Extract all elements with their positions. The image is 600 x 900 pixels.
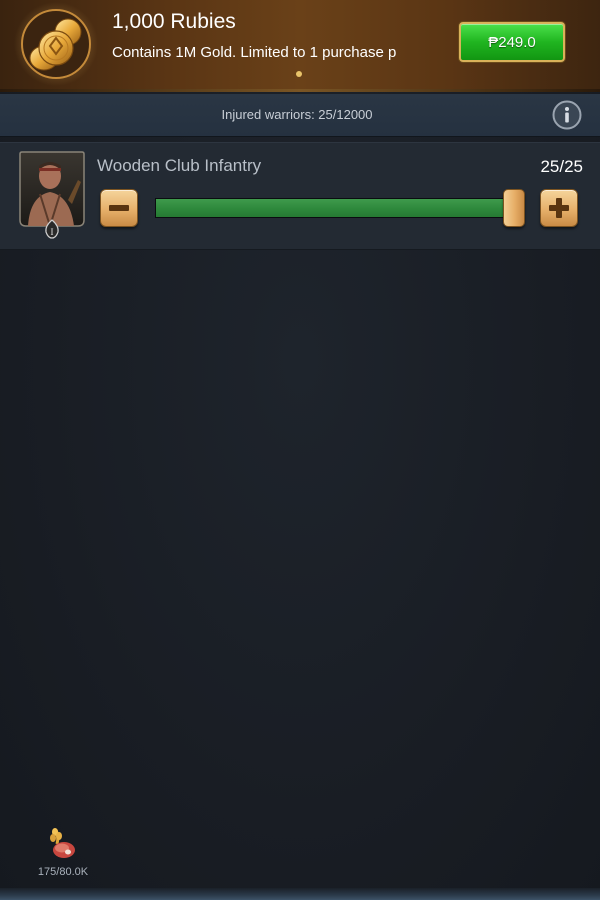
injured-summary-bar: Injured warriors: 25/12000 <box>0 94 600 137</box>
troop-portrait: I <box>18 150 86 239</box>
decrease-button[interactable] <box>100 189 138 227</box>
food-icon <box>46 826 78 860</box>
food-amount-label: 175/80.0K <box>37 866 89 878</box>
buy-button[interactable]: ₱249.0 <box>459 22 565 62</box>
page-indicator-dot <box>296 71 302 77</box>
injured-warriors-label: Injured warriors: 25/12000 <box>221 107 373 122</box>
bottom-panel-edge <box>0 888 600 900</box>
heal-screen: 1,000 Rubies Contains 1M Gold. Limited t… <box>0 0 600 900</box>
troop-tier-label: I <box>51 227 54 237</box>
quantity-slider-thumb[interactable] <box>503 189 525 227</box>
gold-coins-icon <box>14 2 98 86</box>
quantity-slider-fill <box>156 199 515 217</box>
plus-icon <box>549 198 569 218</box>
troop-name: Wooden Club Infantry <box>97 156 262 175</box>
troop-count: 25/25 <box>540 157 583 176</box>
quantity-slider-track[interactable] <box>155 198 525 218</box>
minus-icon <box>109 205 129 211</box>
promo-subtitle: Contains 1M Gold. Limited to 1 purchase … <box>112 44 397 61</box>
info-icon[interactable] <box>552 100 582 130</box>
promo-banner[interactable]: 1,000 Rubies Contains 1M Gold. Limited t… <box>0 0 600 92</box>
promo-title: 1,000 Rubies <box>112 10 236 33</box>
increase-button[interactable] <box>540 189 578 227</box>
